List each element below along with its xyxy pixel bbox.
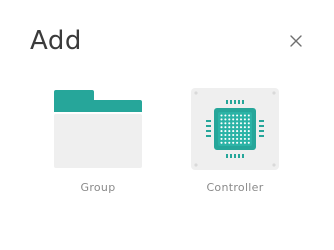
- close-button[interactable]: [286, 31, 306, 51]
- folder-icon: [54, 90, 142, 168]
- chip-icon: [191, 88, 279, 170]
- dialog-title: Add: [30, 26, 82, 56]
- add-dialog: Add Group Controller: [0, 0, 334, 250]
- add-group-option[interactable]: Group: [52, 88, 144, 194]
- group-label: Group: [80, 181, 116, 194]
- add-controller-option[interactable]: Controller: [189, 88, 281, 194]
- close-icon: [290, 35, 302, 47]
- controller-label: Controller: [206, 181, 264, 194]
